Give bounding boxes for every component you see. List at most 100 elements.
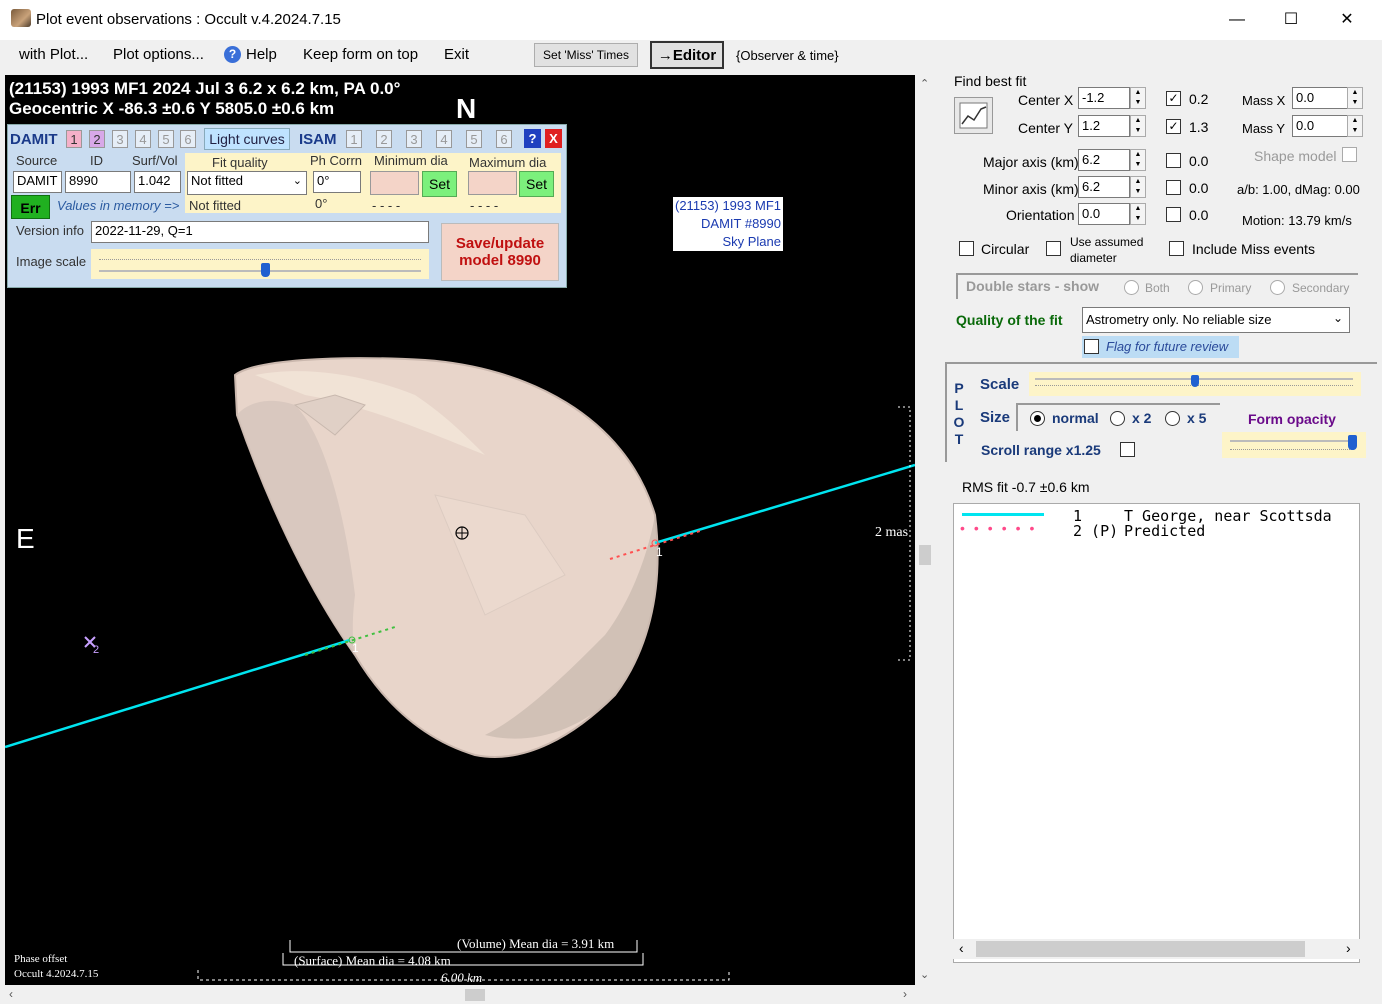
center-x-checkbox[interactable]: ✓	[1166, 91, 1181, 106]
center-x-spinner[interactable]: ▲ ▼	[1130, 87, 1146, 109]
damit-tab-2[interactable]: 2	[89, 130, 105, 148]
find-best-fit-label: Find best fit	[954, 73, 1027, 89]
vscroll-thumb[interactable]	[919, 545, 931, 565]
chord-label-1-upper: 1	[656, 545, 663, 559]
image-scale-label: Image scale	[16, 254, 87, 269]
center-y-field[interactable]: 1.2	[1078, 115, 1130, 137]
legend-hscrollbar[interactable]: ‹ ›	[953, 939, 1360, 959]
close-window-button[interactable]: ✕	[1324, 0, 1370, 40]
source-field[interactable]: DAMIT	[13, 171, 62, 193]
surfvol-field[interactable]: 1.042	[134, 171, 181, 193]
isam-tab-5[interactable]: 5	[466, 130, 482, 148]
orientation-spinner[interactable]: ▲ ▼	[1130, 203, 1146, 225]
plot-vscrollbar[interactable]: ⌃ ⌄	[917, 75, 933, 985]
damit-tab-3[interactable]: 3	[112, 130, 128, 148]
include-miss-checkbox[interactable]	[1169, 241, 1184, 256]
mass-x-spinner[interactable]: ▲ ▼	[1347, 87, 1363, 109]
light-curves-button[interactable]: Light curves	[204, 128, 290, 150]
damit-tab-6[interactable]: 6	[180, 130, 196, 148]
mass-y-field[interactable]: 0.0	[1292, 115, 1348, 137]
scroll-range-checkbox[interactable]	[1120, 442, 1135, 457]
quality-of-fit-select[interactable]: Astrometry only. No reliable size ⌄	[1082, 307, 1350, 333]
phase-offset-label: Phase offset	[14, 953, 68, 965]
orientation-field[interactable]: 0.0	[1078, 203, 1130, 225]
size-normal-radio[interactable]	[1030, 411, 1045, 426]
minor-axis-field[interactable]: 6.2	[1078, 176, 1130, 198]
plot-hscrollbar[interactable]: ‹ ›	[5, 986, 915, 1004]
min-dia-field[interactable]	[370, 171, 419, 195]
set-miss-times-button[interactable]: Set 'Miss' Times	[534, 43, 638, 67]
scroll-left-icon[interactable]: ‹	[959, 940, 964, 956]
plot-vertical-label: P L O T	[953, 380, 965, 448]
legend-text-2: Predicted	[1124, 522, 1206, 540]
form-opacity-thumb[interactable]	[1348, 435, 1357, 450]
orientation-checkbox[interactable]	[1166, 207, 1181, 222]
image-scale-slider[interactable]	[91, 249, 429, 279]
id-field[interactable]: 8990	[65, 171, 131, 193]
ph-corrn-field[interactable]: 0°	[313, 171, 361, 193]
major-axis-checkbox[interactable]	[1166, 153, 1181, 168]
damit-tab-4[interactable]: 4	[135, 130, 151, 148]
isam-tab-2[interactable]: 2	[376, 130, 392, 148]
center-y-checkbox[interactable]: ✓	[1166, 119, 1181, 134]
center-y-spinner[interactable]: ▲ ▼	[1130, 115, 1146, 137]
km-scale-label: 6.00 km	[441, 970, 483, 985]
mass-x-label: Mass X	[1242, 93, 1286, 108]
plot-header-line2: Geocentric X -86.3 ±0.6 Y 5805.0 ±0.6 km	[9, 99, 335, 118]
image-scale-thumb[interactable]	[261, 263, 270, 277]
max-dia-field[interactable]	[468, 171, 517, 195]
find-best-fit-button[interactable]	[954, 97, 993, 134]
scroll-right-icon[interactable]: ›	[1346, 940, 1351, 956]
isam-tab-4[interactable]: 4	[436, 130, 452, 148]
center-x-field[interactable]: -1.2	[1078, 87, 1130, 109]
isam-tab-3[interactable]: 3	[406, 130, 422, 148]
damit-close-button[interactable]: X	[545, 129, 562, 148]
scale-thumb[interactable]	[1191, 375, 1199, 387]
fit-quality-label: Fit quality	[212, 155, 268, 170]
damit-tab-1[interactable]: 1	[66, 130, 82, 148]
menu-help[interactable]: Help	[246, 46, 277, 63]
major-axis-field[interactable]: 6.2	[1078, 149, 1130, 171]
set-max-dia-button[interactable]: Set	[519, 171, 554, 197]
minor-axis-spinner[interactable]: ▲ ▼	[1130, 176, 1146, 198]
motion-label: Motion: 13.79 km/s	[1242, 213, 1352, 228]
hscroll-thumb[interactable]	[465, 989, 485, 1001]
scale-slider[interactable]	[1029, 372, 1361, 396]
mass-x-field[interactable]: 0.0	[1292, 87, 1348, 109]
help-icon[interactable]: ?	[224, 46, 241, 63]
menu-exit[interactable]: Exit	[444, 46, 469, 63]
flag-review-checkbox[interactable]	[1084, 339, 1099, 354]
circular-checkbox[interactable]	[959, 241, 974, 256]
size-x5-radio[interactable]	[1165, 411, 1180, 426]
fit-quality-select[interactable]: Not fitted ⌄	[187, 171, 307, 195]
primary-radio[interactable]	[1188, 280, 1203, 295]
isam-tab-1[interactable]: 1	[346, 130, 362, 148]
observer-time-label[interactable]: {Observer & time}	[736, 48, 839, 63]
save-update-model-button[interactable]: Save/update model 8990	[441, 223, 559, 281]
use-assumed-checkbox[interactable]	[1046, 241, 1061, 256]
chord-line-lower	[5, 638, 351, 749]
secondary-radio[interactable]	[1270, 280, 1285, 295]
isam-tab-6[interactable]: 6	[496, 130, 512, 148]
menu-keep-on-top[interactable]: Keep form on top	[303, 46, 418, 63]
size-x2-radio[interactable]	[1110, 411, 1125, 426]
legend-hscroll-thumb[interactable]	[976, 941, 1305, 957]
menu-plot-options[interactable]: Plot options...	[113, 46, 204, 63]
err-button[interactable]: Err	[11, 195, 50, 219]
damit-help-button[interactable]: ?	[524, 129, 541, 148]
editor-button[interactable]: →Editor	[650, 41, 724, 69]
mass-y-spinner[interactable]: ▲ ▼	[1347, 115, 1363, 137]
menu-with-plot[interactable]: with Plot...	[19, 46, 88, 63]
major-axis-spinner[interactable]: ▲ ▼	[1130, 149, 1146, 171]
form-opacity-slider[interactable]	[1222, 432, 1366, 458]
shape-model-checkbox[interactable]	[1342, 147, 1357, 162]
minimize-button[interactable]: —	[1214, 0, 1260, 40]
minor-axis-checkbox[interactable]	[1166, 180, 1181, 195]
maximize-button[interactable]: ☐	[1268, 0, 1314, 40]
damit-tab-5[interactable]: 5	[158, 130, 174, 148]
set-min-dia-button[interactable]: Set	[422, 171, 457, 197]
version-info-field[interactable]: 2022-11-29, Q=1	[91, 221, 429, 243]
both-label: Both	[1145, 281, 1170, 295]
scroll-range-label: Scroll range x1.25	[981, 442, 1101, 458]
both-radio[interactable]	[1124, 280, 1139, 295]
